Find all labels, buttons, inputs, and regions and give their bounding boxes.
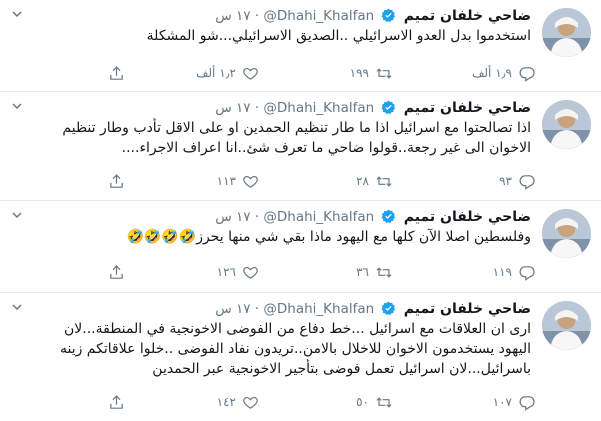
tweet-item[interactable]: ضاحي خلفان تميم @Dhahi_Khalfan · ١٧ س وف… bbox=[0, 201, 601, 293]
verified-badge-icon bbox=[381, 100, 396, 118]
avatar[interactable] bbox=[542, 301, 591, 350]
tweet-item[interactable]: ضاحي خلفان تميم @Dhahi_Khalfan · ١٧ س اس… bbox=[0, 0, 601, 92]
separator-dot: · bbox=[254, 8, 260, 24]
author-handle[interactable]: @Dhahi_Khalfan bbox=[263, 8, 374, 24]
tweet-time[interactable]: ١٧ س bbox=[215, 209, 250, 225]
share-button[interactable] bbox=[108, 63, 125, 83]
reply-button[interactable]: ١٠٧ bbox=[493, 392, 535, 412]
chevron-down-icon[interactable] bbox=[10, 8, 24, 22]
retweet-count: ٣٦ bbox=[356, 265, 369, 279]
retweet-icon bbox=[376, 266, 392, 278]
reply-icon bbox=[519, 174, 535, 190]
tweet-time[interactable]: ١٧ س bbox=[215, 301, 250, 317]
reply-icon bbox=[519, 265, 535, 281]
reply-count: ١٠٧ bbox=[492, 395, 512, 409]
tweet-text: استخدموا بدل العدو الاسرائيلي ..الصديق ا… bbox=[8, 26, 531, 46]
like-count: ١١٣ bbox=[216, 174, 236, 188]
like-button[interactable]: ١٢٦ bbox=[217, 262, 259, 282]
tweet-actions: ١٫٩ ألف ١٩٩ ١٫٢ ألف bbox=[30, 63, 535, 83]
retweet-button[interactable]: ١٩٩ bbox=[350, 63, 393, 83]
like-count: ١٢٦ bbox=[216, 265, 236, 279]
tweet-text-line: اذا تصالحتوا مع اسرائيل اذا ما طار تنظيم… bbox=[62, 120, 531, 136]
heart-icon bbox=[243, 175, 258, 188]
share-icon bbox=[110, 394, 123, 409]
share-button[interactable] bbox=[108, 392, 125, 412]
like-button[interactable]: ١١٣ bbox=[217, 171, 259, 191]
tweet-actions: ٩٣ ٢٨ ١١٣ bbox=[30, 171, 535, 191]
tweet-header: ضاحي خلفان تميم @Dhahi_Khalfan · ١٧ س bbox=[34, 299, 531, 319]
avatar[interactable] bbox=[542, 209, 591, 258]
retweet-button[interactable]: ٥٠ bbox=[356, 392, 393, 412]
share-button[interactable] bbox=[108, 171, 125, 191]
like-count: ١٤٢ bbox=[216, 395, 236, 409]
tweet-time[interactable]: ١٧ س bbox=[215, 8, 250, 24]
tweet-actions: ١٠٧ ٥٠ ١٤٢ bbox=[30, 392, 535, 412]
reply-count: ١١٩ bbox=[492, 265, 512, 279]
tweet-text-line: اليهود يستخدمون الاخوان للاخلال بالامن..… bbox=[59, 341, 531, 357]
heart-icon bbox=[243, 396, 258, 409]
tweet-text-line: الاخوان الى غير رجعة..قولوا ضاحي ما تعرف… bbox=[121, 140, 531, 156]
tweet-actions: ١١٩ ٣٦ ١٢٦ bbox=[30, 262, 535, 282]
separator-dot: · bbox=[254, 209, 260, 225]
retweet-button[interactable]: ٢٨ bbox=[356, 171, 393, 191]
like-count: ١٫٢ ألف bbox=[195, 66, 236, 80]
tweet-text-line: وفلسطين اصلا الآن كلها مع اليهود ماذا بق… bbox=[126, 229, 531, 245]
retweet-count: ٥٠ bbox=[356, 395, 369, 409]
tweet-text-line: باسرائيل...لان اسرائيل تعمل فوضى بتأجير … bbox=[152, 361, 531, 377]
author-handle[interactable]: @Dhahi_Khalfan bbox=[263, 301, 374, 317]
chevron-down-icon[interactable] bbox=[10, 301, 24, 315]
author-name[interactable]: ضاحي خلفان تميم bbox=[404, 209, 531, 225]
share-button[interactable] bbox=[108, 262, 125, 282]
retweet-count: ١٩٩ bbox=[349, 66, 369, 80]
tweet-header: ضاحي خلفان تميم @Dhahi_Khalfan · ١٧ س bbox=[34, 207, 531, 227]
tweet-item[interactable]: ضاحي خلفان تميم @Dhahi_Khalfan · ١٧ س ار… bbox=[0, 293, 601, 421]
author-handle[interactable]: @Dhahi_Khalfan bbox=[263, 209, 374, 225]
tweet-header: ضاحي خلفان تميم @Dhahi_Khalfan · ١٧ س bbox=[34, 98, 531, 118]
verified-badge-icon bbox=[381, 8, 396, 26]
retweet-icon bbox=[376, 175, 392, 187]
heart-icon bbox=[243, 67, 258, 80]
tweet-item[interactable]: ضاحي خلفان تميم @Dhahi_Khalfan · ١٧ س اذ… bbox=[0, 92, 601, 201]
reply-button[interactable]: ١٫٩ ألف bbox=[472, 63, 535, 83]
tweet-time[interactable]: ١٧ س bbox=[215, 100, 250, 116]
reply-button[interactable]: ٩٣ bbox=[499, 171, 535, 191]
author-name[interactable]: ضاحي خلفان تميم bbox=[404, 301, 531, 317]
chevron-down-icon[interactable] bbox=[10, 100, 24, 114]
like-button[interactable]: ١٤٢ bbox=[217, 392, 259, 412]
tweet-text-line: استخدموا بدل العدو الاسرائيلي ..الصديق ا… bbox=[146, 28, 531, 44]
share-icon bbox=[110, 264, 123, 279]
tweet-feed: ضاحي خلفان تميم @Dhahi_Khalfan · ١٧ س اس… bbox=[0, 0, 601, 421]
verified-badge-icon bbox=[381, 301, 396, 319]
like-button[interactable]: ١٫٢ ألف bbox=[196, 63, 259, 83]
tweet-text: وفلسطين اصلا الآن كلها مع اليهود ماذا بق… bbox=[8, 227, 531, 247]
separator-dot: · bbox=[254, 100, 260, 116]
author-handle[interactable]: @Dhahi_Khalfan bbox=[263, 100, 374, 116]
chevron-down-icon[interactable] bbox=[10, 209, 24, 223]
reply-count: ٩٣ bbox=[499, 174, 512, 188]
tweet-header: ضاحي خلفان تميم @Dhahi_Khalfan · ١٧ س bbox=[34, 6, 531, 26]
tweet-text: ارى ان العلاقات مع اسرائيل ...خط دفاع من… bbox=[8, 319, 531, 379]
separator-dot: · bbox=[254, 301, 260, 317]
reply-icon bbox=[519, 395, 535, 411]
avatar[interactable] bbox=[542, 8, 591, 57]
retweet-icon bbox=[376, 67, 392, 79]
retweet-count: ٢٨ bbox=[356, 174, 369, 188]
verified-badge-icon bbox=[381, 209, 396, 227]
share-icon bbox=[110, 173, 123, 188]
author-name[interactable]: ضاحي خلفان تميم bbox=[404, 100, 531, 116]
reply-icon bbox=[519, 66, 535, 82]
tweet-text: اذا تصالحتوا مع اسرائيل اذا ما طار تنظيم… bbox=[8, 118, 531, 158]
share-icon bbox=[110, 65, 123, 80]
reply-button[interactable]: ١١٩ bbox=[493, 262, 535, 282]
retweet-icon bbox=[376, 396, 392, 408]
reply-count: ١٫٩ ألف bbox=[471, 66, 512, 80]
author-name[interactable]: ضاحي خلفان تميم bbox=[404, 8, 531, 24]
heart-icon bbox=[243, 266, 258, 279]
avatar[interactable] bbox=[542, 100, 591, 149]
retweet-button[interactable]: ٣٦ bbox=[356, 262, 393, 282]
tweet-text-line: ارى ان العلاقات مع اسرائيل ...خط دفاع من… bbox=[63, 321, 531, 337]
